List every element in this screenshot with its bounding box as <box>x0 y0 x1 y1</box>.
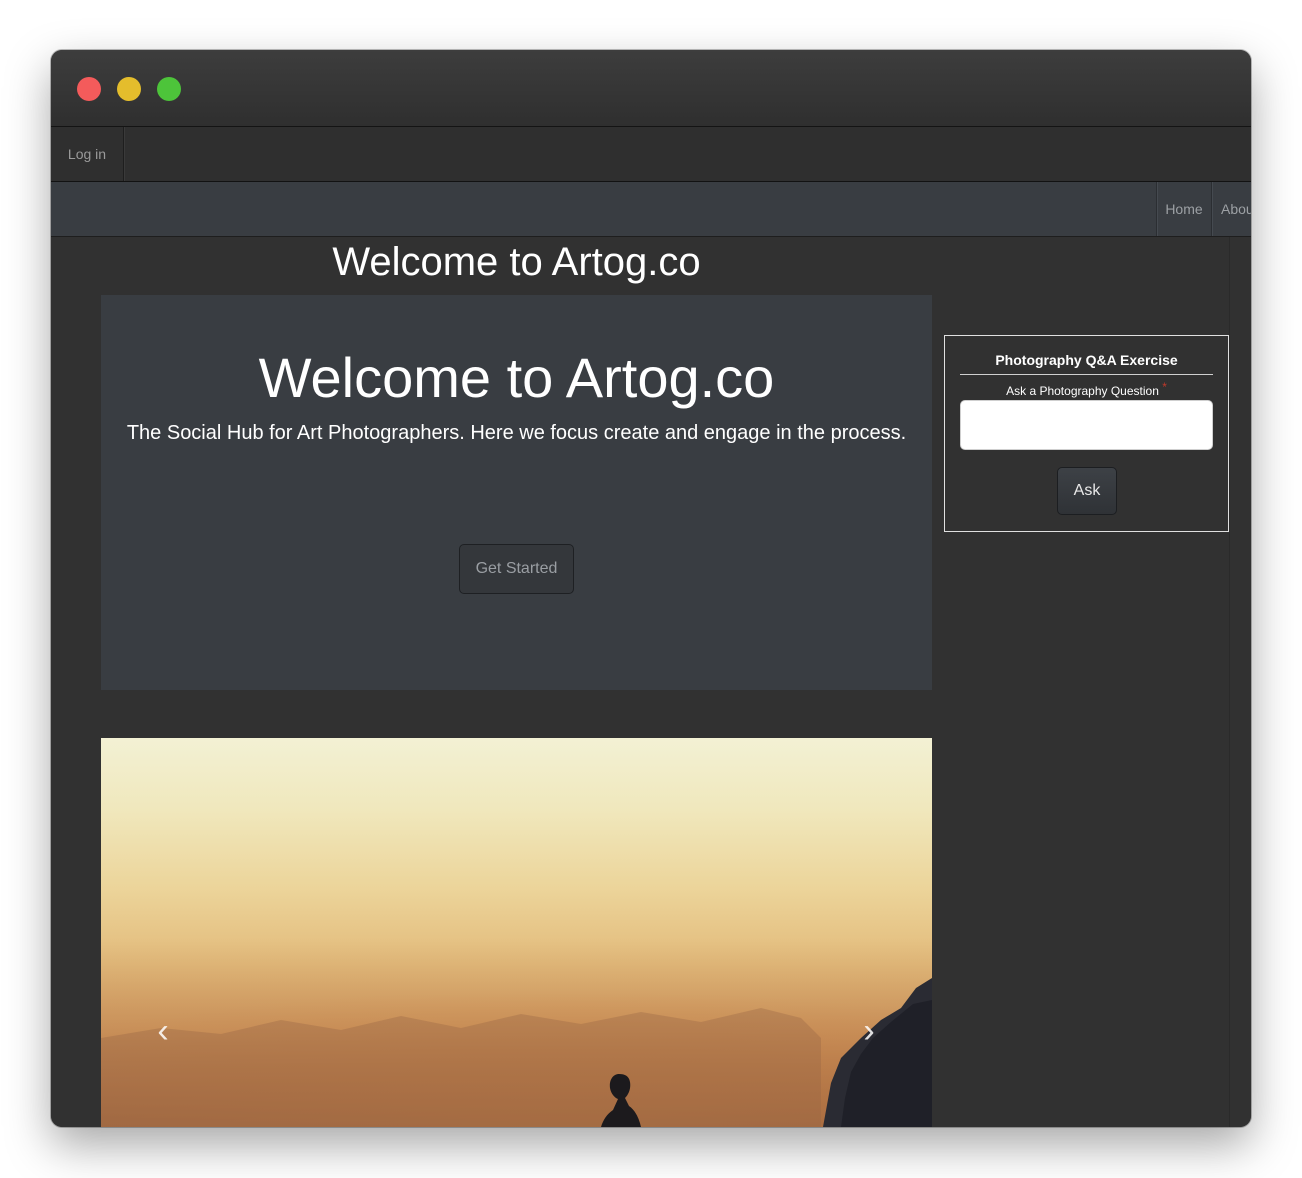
hero-jumbotron: Welcome to Artog.co The Social Hub for A… <box>101 295 932 690</box>
hero-title: Welcome to Artog.co <box>258 346 775 409</box>
sidebar-divider <box>1229 237 1230 1127</box>
top-bar: Log in <box>51 127 1251 182</box>
login-link[interactable]: Log in <box>51 127 124 181</box>
chevron-right-icon: › <box>863 1012 875 1050</box>
image-carousel: ‹ › <box>101 738 932 1127</box>
question-label-text: Ask a Photography Question <box>1006 384 1159 398</box>
nav-item-about[interactable]: About <box>1211 182 1251 236</box>
page-title: Welcome to Artog.co <box>332 240 701 284</box>
close-window-button[interactable] <box>77 77 101 101</box>
page-content: Welcome to Artog.co Welcome to Artog.co … <box>51 237 1251 1127</box>
title-bar <box>51 50 1251 127</box>
nav-item-home[interactable]: Home <box>1156 182 1211 236</box>
required-marker: * <box>1162 380 1167 394</box>
qa-panel-title: Photography Q&A Exercise <box>960 351 1213 375</box>
carousel-prev-button[interactable]: ‹ <box>151 1014 175 1048</box>
question-field-label: Ask a Photography Question * <box>960 380 1213 399</box>
qa-panel: Photography Q&A Exercise Ask a Photograp… <box>944 335 1229 532</box>
minimize-window-button[interactable] <box>117 77 141 101</box>
chevron-left-icon: ‹ <box>157 1012 169 1050</box>
carousel-photo-silhouette <box>101 978 932 1127</box>
maximize-window-button[interactable] <box>157 77 181 101</box>
hero-tagline: The Social Hub for Art Photographers. He… <box>126 422 907 444</box>
main-navbar: Home About <box>51 182 1251 237</box>
question-input[interactable] <box>960 400 1213 450</box>
get-started-button[interactable]: Get Started <box>459 544 574 594</box>
carousel-next-button[interactable]: › <box>857 1014 881 1048</box>
ask-button[interactable]: Ask <box>1057 467 1117 515</box>
browser-window: Log in Home About Welcome to Artog.co We… <box>51 50 1251 1127</box>
